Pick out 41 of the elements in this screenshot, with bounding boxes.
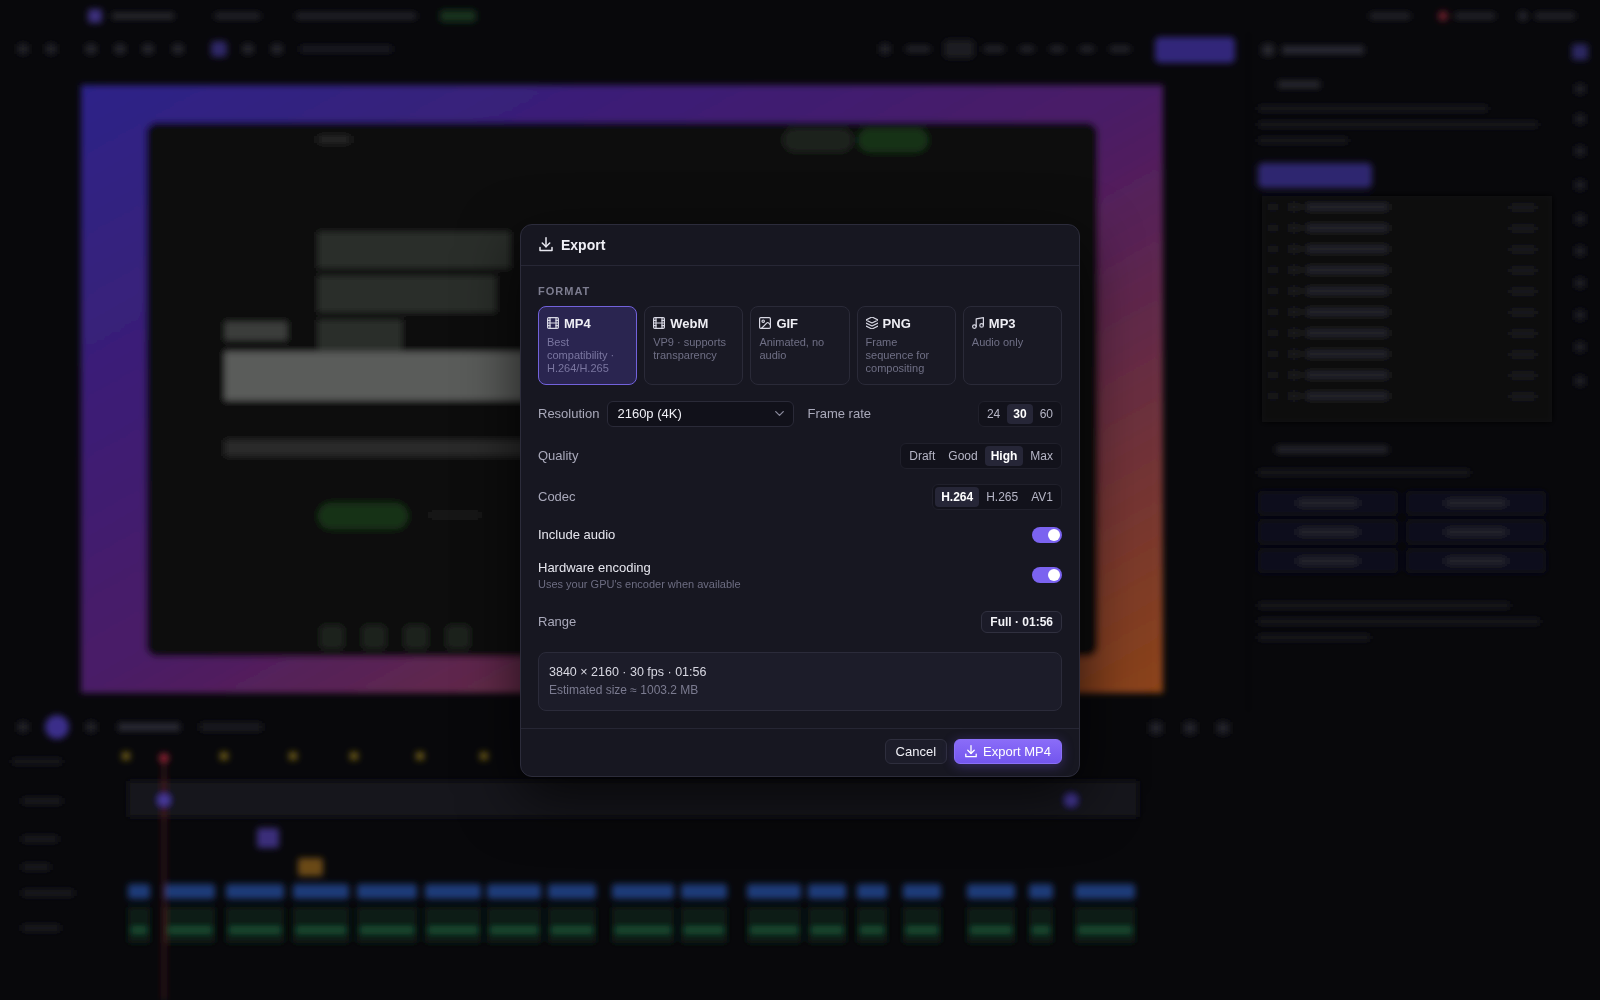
hardware-encoding-hint: Uses your GPU's encoder when available: [538, 577, 741, 590]
format-option[interactable]: WebM VP9 · supports transparency: [644, 305, 744, 385]
hardware-encoding-toggle[interactable]: [1032, 566, 1062, 583]
format-option[interactable]: PNG Frame sequence for compositing: [856, 305, 956, 385]
hardware-encoding-label: Hardware encoding: [538, 559, 652, 575]
include-audio-toggle[interactable]: [1032, 526, 1062, 543]
codec-option[interactable]: H.265: [980, 486, 1025, 507]
frame-rate-label: Frame rate: [807, 406, 871, 421]
cancel-button[interactable]: Cancel: [884, 738, 948, 764]
export-summary-text: 3840 × 2160 · 30 fps · 01:56: [549, 665, 708, 679]
quality-option[interactable]: Draft: [903, 445, 942, 466]
quality-label: Quality: [538, 448, 579, 463]
format-option[interactable]: MP4 Best compatibility · H.264/H.265: [538, 305, 638, 385]
film-icon: [653, 317, 666, 329]
format-option[interactable]: GIF Animated, no audio: [750, 305, 850, 385]
music-note-icon: [971, 317, 984, 329]
format-label: FORMAT: [538, 284, 592, 298]
codec-option[interactable]: AV1: [1025, 486, 1059, 507]
image-icon: [759, 317, 772, 329]
dialog-title: Export: [561, 236, 606, 253]
frame-rate-option[interactable]: 30: [1007, 403, 1033, 424]
codec-label: Codec: [538, 489, 576, 504]
quality-option[interactable]: Max: [1024, 445, 1059, 466]
frame-rate-option[interactable]: 24: [980, 403, 1007, 424]
range-button[interactable]: Full · 01:56: [981, 610, 1062, 633]
resolution-label: Resolution: [538, 406, 600, 421]
download-icon: [965, 744, 978, 758]
resolution-dropdown[interactable]: 2160p (4K): [607, 400, 795, 427]
quality-option[interactable]: High: [984, 445, 1024, 466]
export-button[interactable]: Export MP4: [954, 738, 1062, 764]
download-icon: [539, 237, 553, 252]
include-audio-label: Include audio: [538, 527, 616, 542]
frame-rate-option[interactable]: 60: [1033, 403, 1059, 424]
chevron-down-icon: [775, 411, 785, 416]
codec-option[interactable]: H.264: [935, 486, 980, 507]
film-icon: [547, 317, 559, 329]
quality-option[interactable]: Good: [942, 445, 984, 466]
estimated-size-text: Estimated size ≈ 1003.2 MB: [549, 683, 700, 697]
range-label: Range: [538, 614, 577, 629]
layers-icon: [865, 317, 878, 329]
format-option[interactable]: MP3 Audio only: [962, 305, 1062, 385]
